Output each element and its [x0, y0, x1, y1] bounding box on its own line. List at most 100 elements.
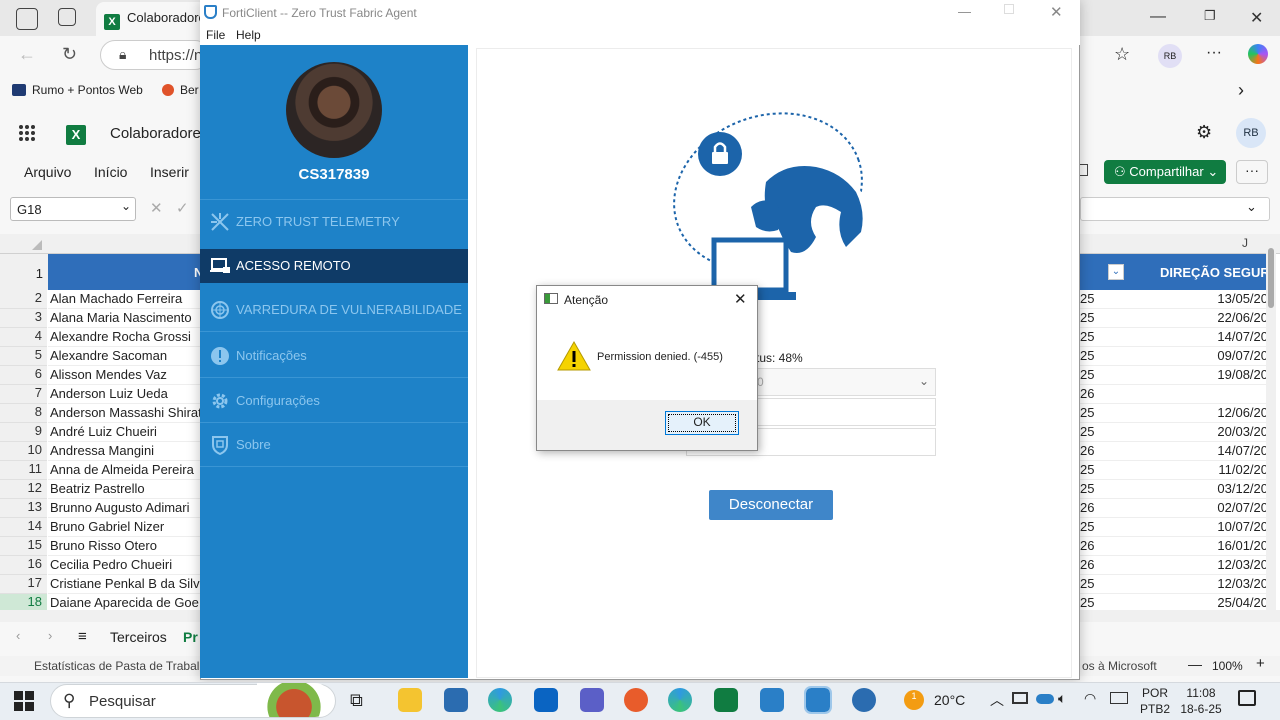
- confirm-edit-icon[interactable]: ✓: [176, 199, 189, 217]
- prev-sheet-icon[interactable]: ‹: [16, 628, 20, 643]
- year-cell[interactable]: 26: [1080, 385, 1128, 404]
- date-cell[interactable]: 11/02/20: [1128, 461, 1270, 480]
- workbook-stats[interactable]: Estatísticas de Pasta de Trabalho: [34, 659, 213, 673]
- copilot-icon[interactable]: [1248, 44, 1268, 64]
- volume-icon[interactable]: 🔈︎: [1058, 690, 1066, 707]
- browser-tab-active[interactable]: X Colaboradore: [96, 2, 206, 36]
- close-icon[interactable]: ✕: [1250, 8, 1263, 28]
- workspaces-icon[interactable]: [16, 8, 38, 30]
- browser-profile-avatar[interactable]: RB: [1158, 44, 1182, 68]
- onedrive-icon[interactable]: [1036, 694, 1054, 704]
- minimize-icon[interactable]: —: [1150, 8, 1166, 26]
- edge-profile-icon[interactable]: [668, 688, 692, 712]
- year-cell[interactable]: 25: [1080, 575, 1128, 594]
- date-cell[interactable]: 02/07/20: [1128, 499, 1270, 518]
- row-header[interactable]: 7: [0, 385, 47, 404]
- year-cell[interactable]: 25: [1080, 328, 1128, 347]
- year-cell[interactable]: 25: [1080, 309, 1128, 328]
- nav-configuracoes[interactable]: Configurações: [200, 384, 468, 418]
- row-header[interactable]: 3: [0, 309, 47, 328]
- year-cell[interactable]: 25: [1080, 366, 1128, 385]
- system-clock[interactable]: 11:08 18-6-25: [1176, 685, 1226, 717]
- address-bar[interactable]: 🔒︎ https://n: [100, 40, 210, 70]
- row-header[interactable]: 15: [0, 537, 47, 556]
- header-row-cell[interactable]: N: [48, 254, 203, 290]
- device-icon[interactable]: [1012, 692, 1028, 704]
- select-all-corner[interactable]: [32, 240, 42, 250]
- wifi-icon[interactable]: ◠: [1084, 690, 1096, 707]
- ribbon-tab-arquivo[interactable]: Arquivo: [24, 164, 71, 180]
- name-cell[interactable]: Andressa Mangini: [48, 442, 200, 461]
- tab-actions-icon[interactable]: [58, 8, 76, 26]
- keyboard-icon[interactable]: [1110, 692, 1128, 704]
- row-header[interactable]: 2: [0, 290, 47, 309]
- date-cell[interactable]: [1128, 385, 1270, 404]
- year-cell[interactable]: 26: [1080, 537, 1128, 556]
- row-header[interactable]: 13: [0, 499, 47, 518]
- sheet-tab-terceiros[interactable]: Terceiros: [110, 629, 167, 645]
- weather-temperature[interactable]: 20°C: [934, 692, 965, 708]
- row-header[interactable]: 17: [0, 575, 47, 594]
- year-cell[interactable]: 25: [1080, 461, 1128, 480]
- date-cell[interactable]: 12/03/20: [1128, 575, 1270, 594]
- menu-file[interactable]: File: [206, 28, 225, 42]
- fc-maximize-icon[interactable]: [1004, 4, 1014, 14]
- name-cell[interactable]: Alexandre Sacoman: [48, 347, 200, 366]
- zoom-in-icon[interactable]: +: [1256, 655, 1265, 672]
- row-header[interactable]: 10: [0, 442, 47, 461]
- nav-acesso-remoto[interactable]: ACESSO REMOTO: [200, 249, 468, 283]
- fc-close-icon[interactable]: ✕: [1050, 3, 1063, 21]
- row-header[interactable]: 16: [0, 556, 47, 575]
- row-header[interactable]: 5: [0, 347, 47, 366]
- vpn-connection-select[interactable]: 0 ⌄: [756, 368, 936, 396]
- date-cell[interactable]: 20/03/20: [1128, 423, 1270, 442]
- name-cell[interactable]: Cecilia Pedro Chueiri: [48, 556, 200, 575]
- row-header[interactable]: 11: [0, 461, 47, 480]
- forticlient-active-taskbar-icon[interactable]: [804, 686, 832, 714]
- outlook-icon[interactable]: [534, 688, 558, 712]
- year-cell[interactable]: 25: [1080, 423, 1128, 442]
- ok-button[interactable]: OK: [665, 411, 739, 435]
- vpn-username-field[interactable]: [756, 398, 936, 426]
- date-cell[interactable]: 16/01/20: [1128, 537, 1270, 556]
- excel-taskbar-icon[interactable]: [714, 688, 738, 712]
- nav-varredura[interactable]: VARREDURA DE VULNERABILIDADE: [200, 293, 468, 327]
- ribbon-tab-inserir[interactable]: Inserir: [150, 164, 189, 180]
- back-icon[interactable]: ←: [18, 44, 36, 65]
- more-options-button[interactable]: ···: [1236, 160, 1268, 184]
- name-cell[interactable]: Alan Machado Ferreira: [48, 290, 200, 309]
- help-icon[interactable]: [852, 688, 876, 712]
- refresh-icon[interactable]: ↻: [62, 44, 77, 65]
- excel-profile-avatar[interactable]: RB: [1236, 118, 1266, 148]
- name-cell[interactable]: Bruno Gabriel Nizer: [48, 518, 200, 537]
- date-cell[interactable]: 13/05/20: [1128, 290, 1270, 309]
- windows-start-icon[interactable]: [14, 691, 34, 711]
- year-cell[interactable]: 26: [1080, 499, 1128, 518]
- year-cell[interactable]: 25: [1080, 347, 1128, 366]
- scroll-thumb[interactable]: [1268, 248, 1274, 308]
- taskbar-search[interactable]: ⚲ Pesquisar: [50, 683, 336, 718]
- name-cell[interactable]: Beatriz Pastrello: [48, 480, 200, 499]
- cancel-edit-icon[interactable]: ✕: [150, 199, 163, 217]
- all-sheets-icon[interactable]: ≡: [78, 628, 87, 645]
- store-icon[interactable]: [444, 688, 468, 712]
- row-header[interactable]: 14: [0, 518, 47, 537]
- zoom-level[interactable]: 100%: [1212, 659, 1243, 673]
- year-cell[interactable]: 25: [1080, 404, 1128, 423]
- row-header-1[interactable]: 1: [0, 254, 48, 290]
- date-cell[interactable]: 09/07/20: [1128, 347, 1270, 366]
- date-cell[interactable]: 12/03/20: [1128, 556, 1270, 575]
- input-language[interactable]: POR PTB2: [1140, 685, 1170, 717]
- chevron-right-icon[interactable]: ›: [1238, 80, 1244, 101]
- vertical-scrollbar[interactable]: [1266, 240, 1276, 610]
- nav-notificacoes[interactable]: Notificações: [200, 339, 468, 373]
- row-header[interactable]: 9: [0, 423, 47, 442]
- nav-zero-trust-telemetry[interactable]: ZERO TRUST TELEMETRY: [200, 205, 468, 239]
- file-explorer-icon[interactable]: [398, 688, 422, 712]
- name-cell[interactable]: Bruno Risso Otero: [48, 537, 200, 556]
- column-j-header[interactable]: J: [1242, 236, 1248, 250]
- dialog-close-icon[interactable]: ✕: [734, 290, 747, 308]
- year-cell[interactable]: 26: [1080, 442, 1128, 461]
- year-cell[interactable]: 25: [1080, 290, 1128, 309]
- date-cell[interactable]: 22/06/20: [1128, 309, 1270, 328]
